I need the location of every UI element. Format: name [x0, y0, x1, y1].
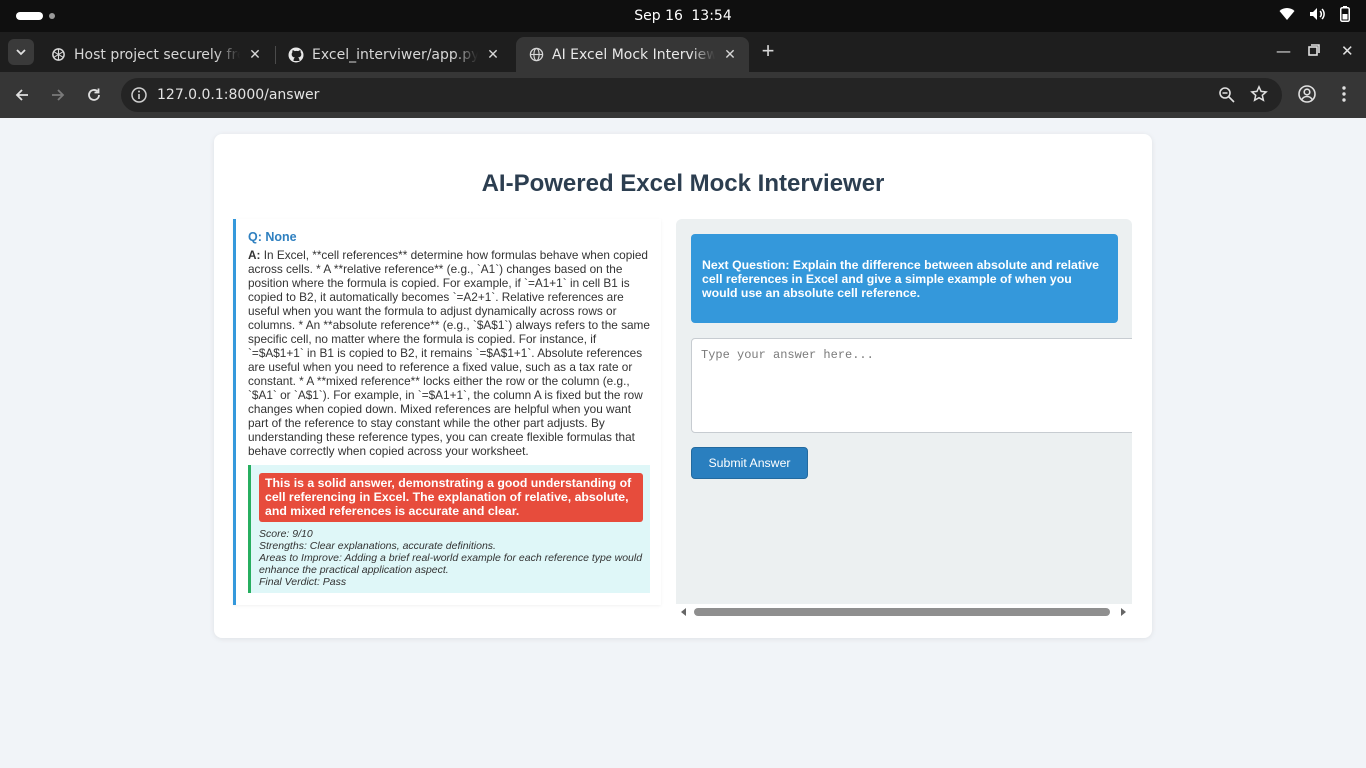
site-info-icon[interactable] [129, 85, 149, 105]
system-top-bar: Sep 16 13:54 [0, 0, 1366, 32]
close-icon[interactable]: ✕ [246, 46, 264, 64]
feedback-box: This is a solid answer, demonstrating a … [248, 465, 650, 593]
address-bar[interactable]: 127.0.0.1:8000/answer [121, 78, 1282, 112]
browser-tab-strip: Host project securely free ✕ Excel_inter… [0, 32, 1366, 72]
bookmark-star-icon[interactable] [1250, 84, 1268, 108]
forward-arrow-icon[interactable] [48, 85, 68, 105]
question-label: Q: None [248, 230, 297, 244]
feedback-improve: Areas to Improve: Adding a brief real-wo… [259, 552, 643, 576]
feedback-score: Score: 9/10 [259, 528, 313, 540]
tab-host-project[interactable]: Host project securely free ✕ [38, 37, 274, 72]
page-title: AI-Powered Excel Mock Interviewer [481, 170, 885, 197]
browser-toolbar: 127.0.0.1:8000/answer [0, 72, 1366, 118]
interviewer-card: AI-Powered Excel Mock Interviewer Q: Non… [214, 134, 1152, 638]
next-question-box: Next Question: Explain the difference be… [691, 234, 1118, 323]
window-close-icon[interactable]: ✕ [1341, 42, 1354, 60]
clock-time: 13:54 [691, 8, 732, 24]
scroll-right-arrow-icon[interactable] [1121, 608, 1126, 616]
answer-text: A: In Excel, **cell references** determi… [248, 248, 654, 458]
browser-menu-icon[interactable] [1334, 84, 1354, 109]
system-tray[interactable] [1279, 6, 1350, 22]
globe-icon [528, 47, 544, 63]
chevron-down-icon [16, 48, 26, 55]
reload-icon[interactable] [84, 85, 104, 105]
tab-title: Excel_interviwer/app.py [312, 46, 478, 63]
close-icon[interactable]: ✕ [484, 46, 502, 64]
openai-icon [50, 47, 66, 63]
answer-body: In Excel, **cell references** determine … [248, 248, 650, 458]
url-text: 127.0.0.1:8000/answer [157, 87, 320, 103]
answer-panel: Next Question: Explain the difference be… [676, 219, 1132, 604]
zoom-icon[interactable] [1218, 86, 1236, 109]
submit-answer-button[interactable]: Submit Answer [691, 447, 808, 479]
tab-github-app[interactable]: Excel_interviwer/app.py ✕ [276, 37, 512, 72]
scrollbar-thumb[interactable] [694, 608, 1110, 616]
battery-icon [1340, 6, 1350, 22]
wifi-icon [1279, 7, 1295, 21]
page-viewport: AI-Powered Excel Mock Interviewer Q: Non… [0, 118, 1366, 768]
feedback-verdict: Final Verdict: Pass [259, 576, 347, 588]
answer-input[interactable] [691, 338, 1132, 433]
answer-prefix: A: [248, 248, 261, 262]
maximize-icon[interactable] [1308, 42, 1320, 60]
github-icon [288, 47, 304, 63]
profile-icon[interactable] [1297, 84, 1317, 109]
tab-search-button[interactable] [8, 39, 34, 65]
tab-title: Host project securely free [74, 46, 240, 63]
close-icon[interactable]: ✕ [721, 46, 739, 64]
horizontal-scrollbar[interactable] [676, 604, 1132, 620]
qa-history-panel: Q: None A: In Excel, **cell references**… [233, 219, 661, 605]
clock[interactable]: Sep 16 13:54 [0, 8, 1366, 24]
tab-ai-excel-interviewer[interactable]: AI Excel Mock Interviewer ✕ [516, 37, 749, 72]
volume-icon [1309, 7, 1326, 21]
tab-title: AI Excel Mock Interviewer [552, 46, 715, 63]
scroll-left-arrow-icon[interactable] [681, 608, 686, 616]
feedback-summary: This is a solid answer, demonstrating a … [259, 473, 643, 522]
new-tab-button[interactable]: + [757, 40, 779, 63]
minimize-icon[interactable]: — [1276, 42, 1291, 60]
back-arrow-icon[interactable] [12, 85, 32, 105]
feedback-details: Score: 9/10 Strengths: Clear explanation… [259, 528, 649, 588]
feedback-strengths: Strengths: Clear explanations, accurate … [259, 540, 496, 552]
clock-date: Sep 16 [634, 8, 683, 24]
